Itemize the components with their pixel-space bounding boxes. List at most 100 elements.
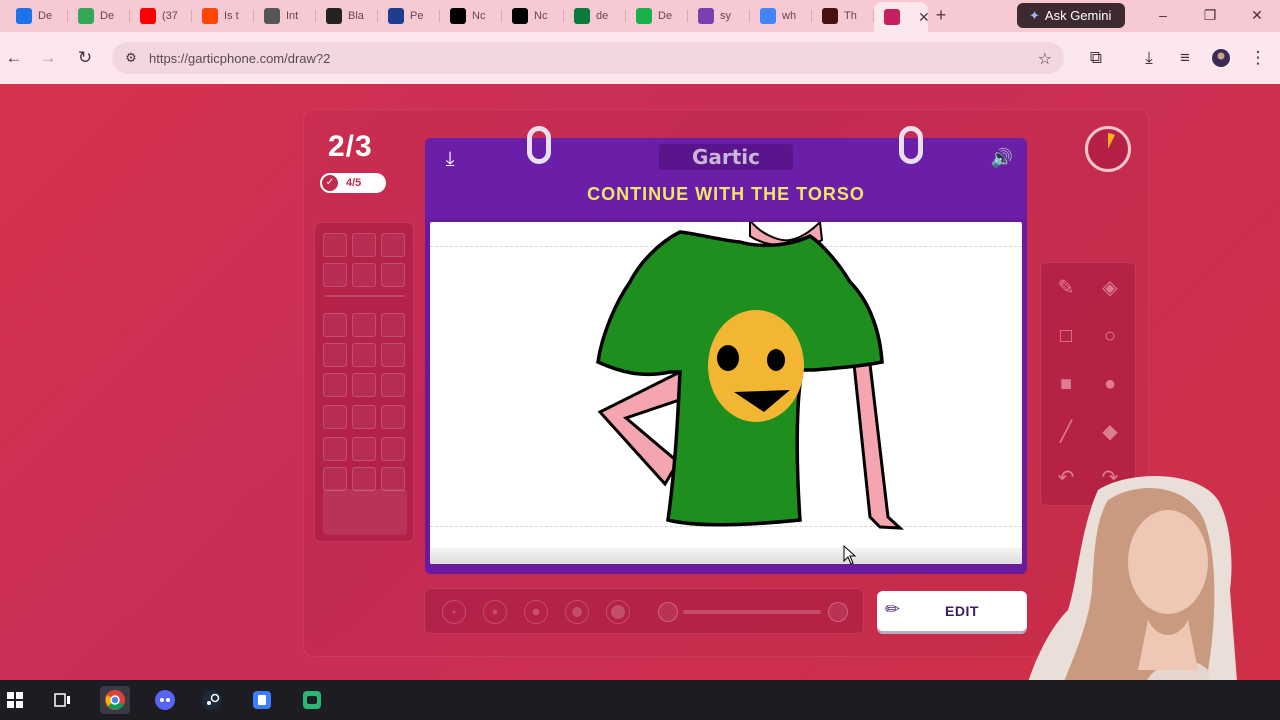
x-icon xyxy=(512,8,528,24)
windows-start-icon[interactable] xyxy=(0,686,30,714)
color-swatch[interactable] xyxy=(352,313,376,337)
browser-tab[interactable]: Pe xyxy=(378,4,440,28)
color-swatch[interactable] xyxy=(381,405,405,429)
task-view-icon[interactable] xyxy=(48,686,78,714)
site-settings-icon[interactable]: ⚙ xyxy=(122,50,140,66)
back-arrow-icon[interactable]: ← xyxy=(4,48,24,68)
right-eye xyxy=(767,349,785,371)
address-bar[interactable]: ⚙ https://garticphone.com/draw?2 ☆ xyxy=(112,42,1064,74)
color-swatch[interactable] xyxy=(381,437,405,461)
pencil-tool-icon[interactable]: ✎ xyxy=(1051,273,1081,303)
app-icon[interactable] xyxy=(247,686,277,714)
color-swatch[interactable] xyxy=(381,263,405,287)
forward-arrow-icon[interactable]: → xyxy=(38,48,58,68)
filled-rectangle-tool-icon[interactable]: ■ xyxy=(1051,369,1081,399)
canvas-bottom-edge xyxy=(430,548,1022,564)
color-swatch[interactable] xyxy=(352,263,376,287)
drawing-canvas[interactable] xyxy=(430,222,1022,564)
color-swatch[interactable] xyxy=(323,405,347,429)
tab-title: Pe xyxy=(410,10,424,22)
browser-tab[interactable]: Is t xyxy=(192,4,254,28)
url-text[interactable]: https://garticphone.com/draw?2 xyxy=(149,51,330,66)
profile-avatar[interactable] xyxy=(1211,48,1231,68)
tab-title: De xyxy=(658,10,673,22)
drawing-prompt: CONTINUE WITH THE TORSO xyxy=(587,184,865,204)
browser-tab[interactable]: Bla xyxy=(316,4,378,28)
browser-tab[interactable]: wh xyxy=(750,4,812,28)
brush-size-1[interactable] xyxy=(442,600,466,624)
extensions-icon[interactable]: ⧉ xyxy=(1086,48,1106,68)
ask-gemini-button[interactable]: ✦ Ask Gemini xyxy=(1017,3,1125,28)
browser-tab[interactable]: Int xyxy=(254,4,316,28)
color-swatch[interactable] xyxy=(323,263,347,287)
download-drawing-icon[interactable]: ⤓ xyxy=(439,148,461,170)
opacity-slider[interactable] xyxy=(683,610,821,614)
binder-ring-left xyxy=(527,126,551,164)
color-swatch[interactable] xyxy=(381,343,405,367)
filled-ellipse-tool-icon[interactable]: ● xyxy=(1095,369,1125,399)
discord-icon[interactable] xyxy=(150,686,180,714)
gartic-logo: Gartic xyxy=(659,144,793,170)
color-swatch[interactable] xyxy=(323,233,347,257)
rectangle-tool-icon[interactable]: □ xyxy=(1051,321,1081,351)
os-taskbar xyxy=(0,680,1280,720)
browser-tab[interactable]: de xyxy=(564,4,626,28)
browser-menu-icon[interactable]: ⋮ xyxy=(1248,48,1268,68)
fill-bucket-tool-icon[interactable]: ◆ xyxy=(1095,417,1125,447)
color-swatch[interactable] xyxy=(323,343,347,367)
color-swatch[interactable] xyxy=(323,373,347,397)
color-swatch[interactable] xyxy=(352,343,376,367)
ellipse-tool-icon[interactable]: ○ xyxy=(1095,321,1125,351)
color-swatch[interactable] xyxy=(323,313,347,337)
site-icon xyxy=(822,8,838,24)
browser-tab[interactable]: ✕ xyxy=(874,2,930,32)
media-control-icon[interactable]: ≡ xyxy=(1175,48,1195,68)
minimize-icon[interactable]: – xyxy=(1154,6,1172,24)
brush-size-2[interactable] xyxy=(483,600,507,624)
opacity-slider-min[interactable] xyxy=(658,602,678,622)
browser-tab[interactable]: Th xyxy=(812,4,874,28)
tab-title: Int xyxy=(286,10,299,22)
gartic-icon xyxy=(884,9,900,25)
eraser-tool-icon[interactable]: ◈ xyxy=(1095,273,1125,303)
color-swatch[interactable] xyxy=(323,437,347,461)
restore-icon[interactable]: ❐ xyxy=(1201,6,1219,24)
browser-tab[interactable]: (37 xyxy=(130,4,192,28)
tab-close-icon[interactable]: ✕ xyxy=(918,9,930,26)
round-timer xyxy=(1085,126,1131,172)
color-swatch[interactable] xyxy=(352,405,376,429)
color-swatch[interactable] xyxy=(352,373,376,397)
opacity-slider-max[interactable] xyxy=(828,602,848,622)
gemini-sparkle-icon: ✦ xyxy=(1029,7,1040,23)
browser-tab[interactable]: De xyxy=(626,4,688,28)
color-swatch[interactable] xyxy=(381,467,405,491)
tab-title: Th xyxy=(844,10,857,22)
sound-speaker-icon[interactable]: 🔊 xyxy=(987,146,1017,170)
browser-tab[interactable]: De xyxy=(68,4,130,28)
color-swatch[interactable] xyxy=(381,233,405,257)
reload-icon[interactable]: ↻ xyxy=(75,48,95,68)
color-swatch[interactable] xyxy=(323,467,347,491)
new-tab-button[interactable]: + xyxy=(932,6,950,24)
edit-button[interactable]: ✏ EDIT xyxy=(877,591,1027,631)
brush-size-5[interactable] xyxy=(606,600,630,624)
color-swatch[interactable] xyxy=(381,373,405,397)
color-swatch[interactable] xyxy=(352,437,376,461)
game-icon[interactable] xyxy=(297,686,327,714)
browser-tab[interactable]: De xyxy=(6,4,68,28)
browser-tab[interactable]: Nc xyxy=(502,4,564,28)
window-close-icon[interactable]: ✕ xyxy=(1248,6,1266,24)
steam-icon[interactable] xyxy=(197,686,227,714)
brush-size-4[interactable] xyxy=(565,600,589,624)
bookmark-star-icon[interactable]: ☆ xyxy=(1038,49,1052,69)
color-swatch[interactable] xyxy=(352,467,376,491)
brush-size-3[interactable] xyxy=(524,600,548,624)
color-swatch[interactable] xyxy=(352,233,376,257)
browser-tab[interactable]: sy xyxy=(688,4,750,28)
chrome-icon[interactable] xyxy=(100,686,130,714)
line-tool-icon[interactable]: ╱ xyxy=(1051,417,1081,447)
browser-tab[interactable]: Nc xyxy=(440,4,502,28)
download-icon[interactable]: ⤓ xyxy=(1139,48,1159,68)
color-swatch[interactable] xyxy=(381,313,405,337)
drawing-artwork xyxy=(596,222,905,530)
